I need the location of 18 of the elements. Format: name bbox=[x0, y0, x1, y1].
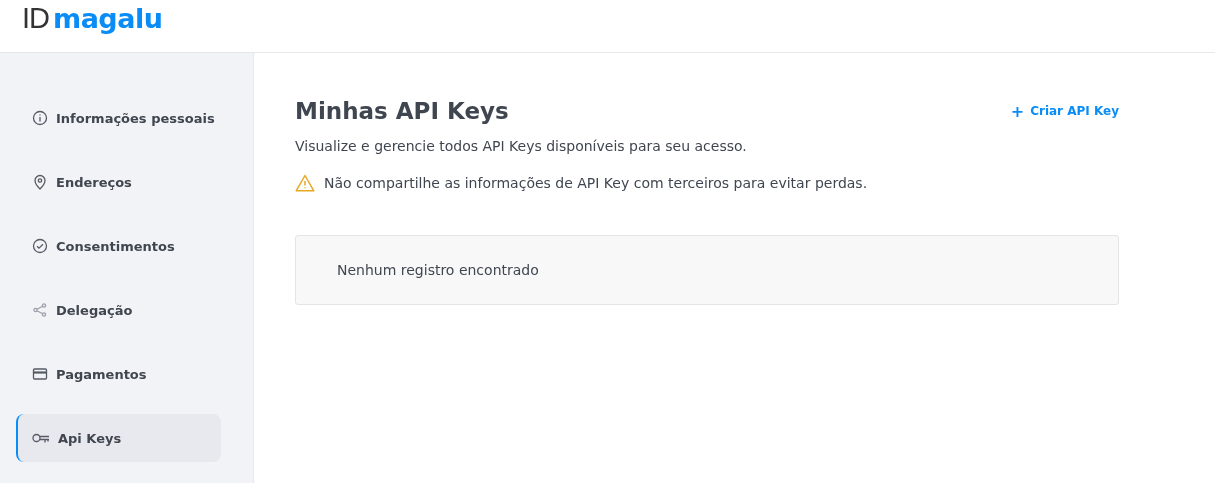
page-description: Visualize e gerencie todos API Keys disponíveis para seu acesso. bbox=[295, 138, 748, 154]
logo[interactable]: ID magalu bbox=[22, 2, 163, 35]
key-icon bbox=[32, 432, 50, 444]
sidebar-item[interactable]: Delegação bbox=[16, 286, 221, 334]
credit-card-icon bbox=[32, 366, 48, 382]
warning-icon bbox=[295, 174, 315, 192]
warning-text: Não compartilhe as informações de API Key com terceiros para evitar perdas. bbox=[324, 175, 868, 191]
sidebar-item[interactable]: Api Keys bbox=[16, 414, 221, 462]
check-circle-icon bbox=[32, 238, 48, 254]
share-icon bbox=[32, 302, 48, 318]
location-pin-icon bbox=[32, 174, 48, 190]
info-icon bbox=[32, 110, 48, 126]
sidebar-item[interactable]: Consentimentos bbox=[16, 222, 221, 270]
page-title: Minhas API Keys bbox=[295, 98, 509, 124]
sidebar-item[interactable]: Pagamentos bbox=[16, 350, 221, 398]
sidebar-item[interactable]: Informações pessoais bbox=[16, 94, 221, 142]
empty-message: Nenhum registro encontrado bbox=[337, 262, 539, 278]
sidebar-item[interactable]: Endereços bbox=[16, 158, 221, 206]
